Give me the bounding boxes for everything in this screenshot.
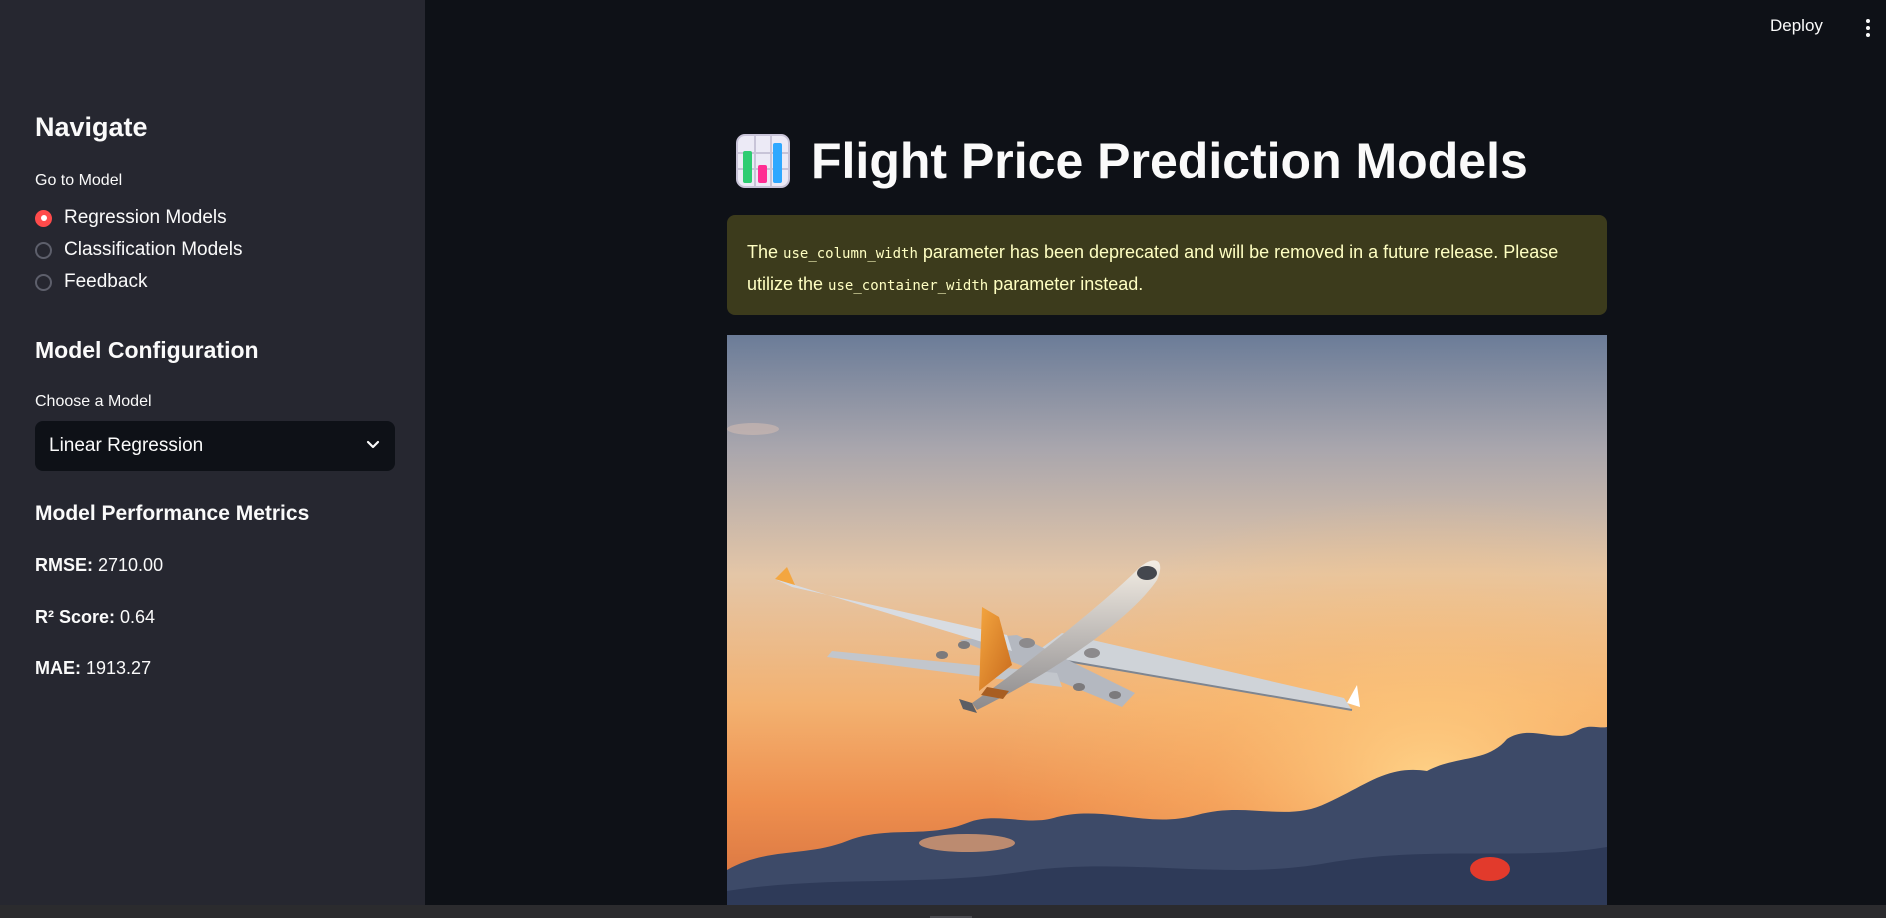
warning-text: The [747,242,784,262]
warning-code: use_container_width [828,278,989,294]
radio-option-regression-models[interactable]: Regression Models [35,207,227,229]
nav-radio-label: Go to Model [35,172,123,189]
metric-value: 2710.00 [98,555,164,575]
deprecation-warning: The use_column_width parameter has been … [727,215,1607,315]
page-title: Flight Price Prediction Models [811,133,1528,189]
radio-option-label: Classification Models [64,239,243,260]
metric-mae: MAE: 1913.27 [35,658,151,679]
bar-chart-emoji-icon [735,133,791,189]
kebab-menu-icon[interactable] [1860,16,1876,40]
warning-code: use_column_width [783,246,918,262]
radio-unchecked-icon [35,273,52,291]
metric-value: 0.64 [120,607,156,627]
sidebar: Navigate Go to Model Regression Models C… [0,0,425,905]
deploy-button[interactable]: Deploy [1770,16,1823,36]
radio-option-feedback[interactable]: Feedback [35,271,147,293]
model-select-value: Linear Regression [49,435,204,456]
metric-value: 1913.27 [86,658,152,678]
model-configuration-heading: Model Configuration [35,337,259,363]
metric-rmse: RMSE: 2710.00 [35,555,163,576]
model-select[interactable]: Linear Regression [35,421,395,471]
metrics-heading: Model Performance Metrics [35,502,310,525]
warning-text: parameter instead. [988,274,1144,294]
metric-label: MAE: [35,658,81,678]
metric-label: R² Score: [35,607,116,627]
metric-label: RMSE: [35,555,93,575]
radio-option-label: Feedback [64,271,148,292]
radio-checked-icon [35,209,52,227]
metric-r2-score: R² Score: 0.64 [35,607,155,628]
chevron-down-icon [365,436,381,457]
airplane-sunset-image [727,335,1607,905]
sidebar-heading: Navigate [35,112,148,142]
radio-option-label: Regression Models [64,207,227,228]
page-title-row: Flight Price Prediction Models [735,132,1528,190]
model-select-label: Choose a Model [35,393,152,410]
radio-option-classification-models[interactable]: Classification Models [35,239,242,261]
radio-unchecked-icon [35,241,52,259]
